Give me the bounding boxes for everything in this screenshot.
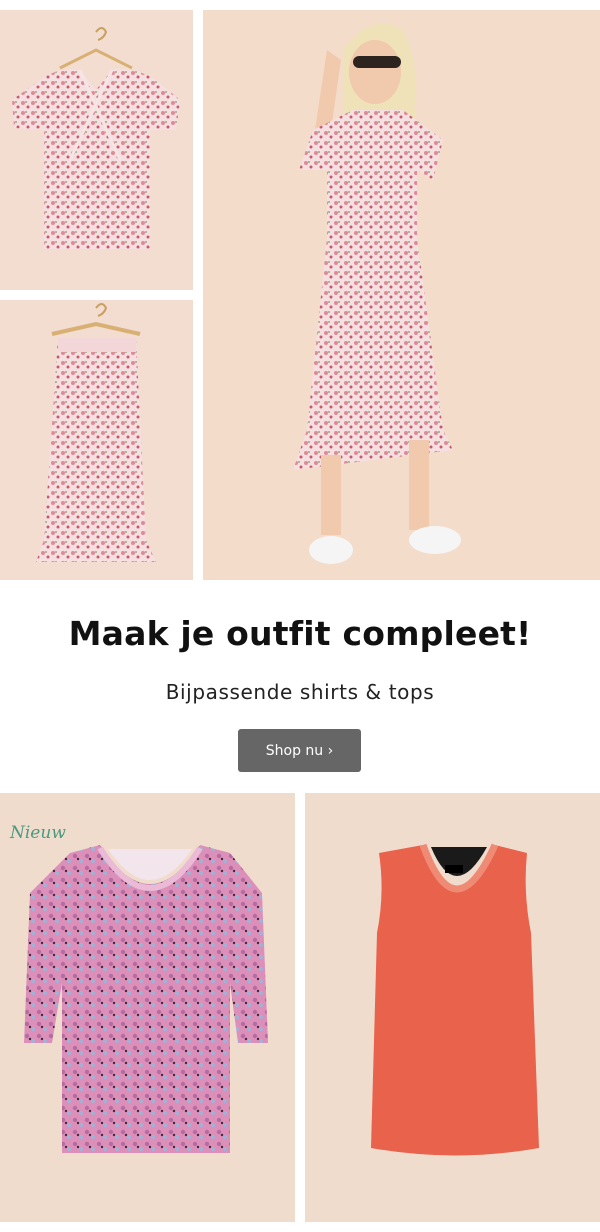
floral-shirt-icon: [24, 845, 268, 1153]
floral-wrap-top-icon: [12, 27, 180, 249]
product-image-wrap-top[interactable]: [0, 10, 193, 290]
product-image-floral-shirt[interactable]: [0, 793, 295, 1222]
new-badge: Nieuw: [10, 823, 66, 843]
coral-tank-top-icon: [371, 843, 539, 1156]
product-image-tank-top[interactable]: [305, 793, 600, 1222]
floral-skirt-icon: [36, 303, 156, 562]
model-outfit-icon: [203, 10, 600, 580]
product-image-skirt[interactable]: [0, 300, 193, 580]
promo-headline: Maak je outfit compleet!: [68, 614, 532, 653]
shop-now-button[interactable]: Shop nu ›: [238, 729, 361, 772]
promo-subline: Bijpassende shirts & tops: [165, 680, 435, 704]
product-image-model[interactable]: [203, 10, 600, 580]
